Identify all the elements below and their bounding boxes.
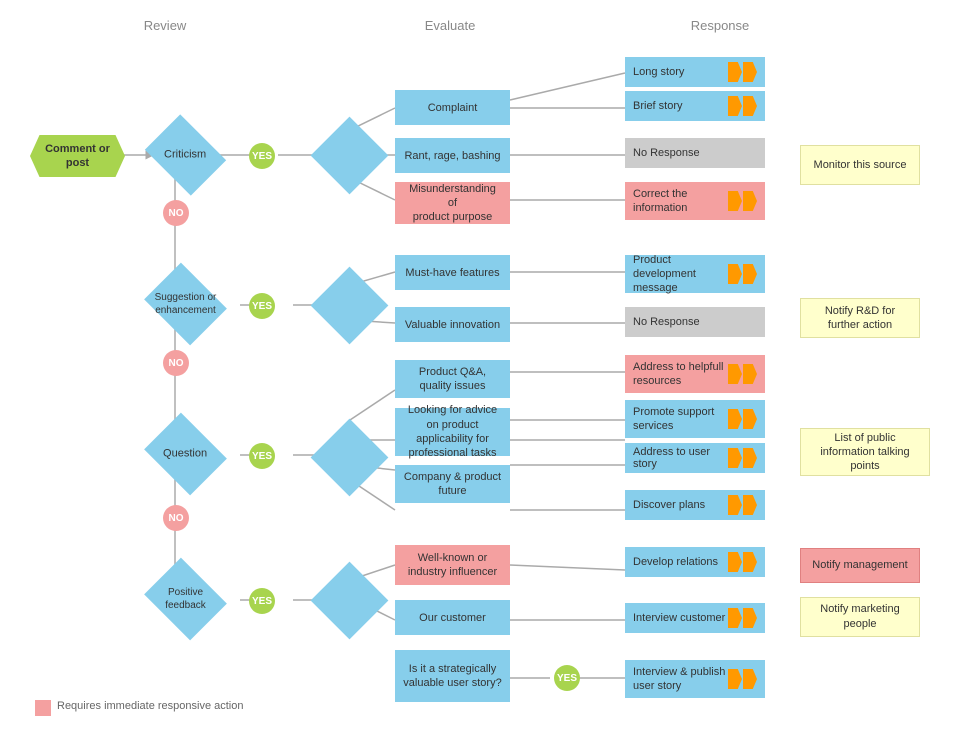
eval-must-have: Must-have features [395, 255, 510, 290]
eval-company-future: Company & product future [395, 465, 510, 503]
arrow-icon-6 [727, 409, 757, 429]
note-monitor: Monitor this source [800, 145, 920, 185]
resp-product-dev: Product development message [625, 255, 765, 293]
resp-promote-support: Promote support services [625, 400, 765, 438]
eval-advice: Looking for advice on product applicabil… [395, 408, 510, 456]
note-rnd: Notify R&D for further action [800, 298, 920, 338]
diamond-criticism: Criticism [145, 114, 226, 195]
arrow-icon-3 [727, 191, 757, 211]
eval-our-customer: Our customer [395, 600, 510, 635]
start-node: Comment or post [30, 135, 125, 177]
yes-circle-strategic: YES [554, 665, 580, 691]
resp-interview-publish: Interview & publish user story [625, 660, 765, 698]
legend-pink-box [35, 700, 51, 716]
resp-interview-customer: Interview customer [625, 603, 765, 633]
resp-helpful-resources: Address to helpfull resources [625, 355, 765, 393]
arrow-icon-8 [727, 495, 757, 515]
note-public-info: List of public information talking point… [800, 428, 930, 476]
eval-diamond-suggestion [311, 267, 389, 345]
arrow-icon-9 [727, 552, 757, 572]
resp-long-story: Long story [625, 57, 765, 87]
resp-no-response-1: No Response [625, 138, 765, 168]
eval-valuable: Valuable innovation [395, 307, 510, 342]
arrow-icon-10 [727, 608, 757, 628]
resp-brief-story: Brief story [625, 91, 765, 121]
resp-no-response-2: No Response [625, 307, 765, 337]
no-circle-question: NO [163, 505, 189, 531]
diagram-container: Review Evaluate Response Comment or post… [0, 0, 963, 735]
eval-diamond-positive [311, 562, 389, 640]
yes-circle-positive: YES [249, 588, 275, 614]
eval-influencer: Well-known or industry influencer [395, 545, 510, 585]
eval-diamond-criticism [311, 117, 389, 195]
eval-complaint: Complaint [395, 90, 510, 125]
no-circle-suggestion: NO [163, 350, 189, 376]
eval-misunderstanding: Misunderstanding of product purpose [395, 182, 510, 224]
header-review: Review [95, 18, 235, 33]
diamond-question: Question [144, 413, 227, 496]
yes-circle-question: YES [249, 443, 275, 469]
arrow-icon-11 [727, 669, 757, 689]
eval-qa: Product Q&A, quality issues [395, 360, 510, 398]
resp-discover-plans: Discover plans [625, 490, 765, 520]
diamond-suggestion: Suggestion or enhancement [144, 263, 227, 346]
header-evaluate: Evaluate [370, 18, 530, 33]
arrow-icon-2 [727, 96, 757, 116]
arrow-icon-1 [727, 62, 757, 82]
resp-correct-info: Correct the information [625, 182, 765, 220]
arrow-icon-5 [727, 364, 757, 384]
arrow-icon-7 [727, 448, 757, 468]
no-circle-criticism: NO [163, 200, 189, 226]
note-management: Notify management [800, 548, 920, 583]
eval-strategic: Is it a strategically valuable user stor… [395, 650, 510, 702]
header-response: Response [640, 18, 800, 33]
resp-user-story: Address to user story [625, 443, 765, 473]
diamond-positive: Positive feedback [144, 558, 227, 641]
yes-circle-criticism: YES [249, 143, 275, 169]
yes-circle-suggestion: YES [249, 293, 275, 319]
eval-rant: Rant, rage, bashing [395, 138, 510, 173]
resp-develop-relations: Develop relations [625, 547, 765, 577]
note-marketing: Notify marketing people [800, 597, 920, 637]
eval-diamond-question [311, 419, 389, 497]
arrow-icon-4 [727, 264, 757, 284]
legend-label: Requires immediate responsive action [57, 700, 243, 712]
